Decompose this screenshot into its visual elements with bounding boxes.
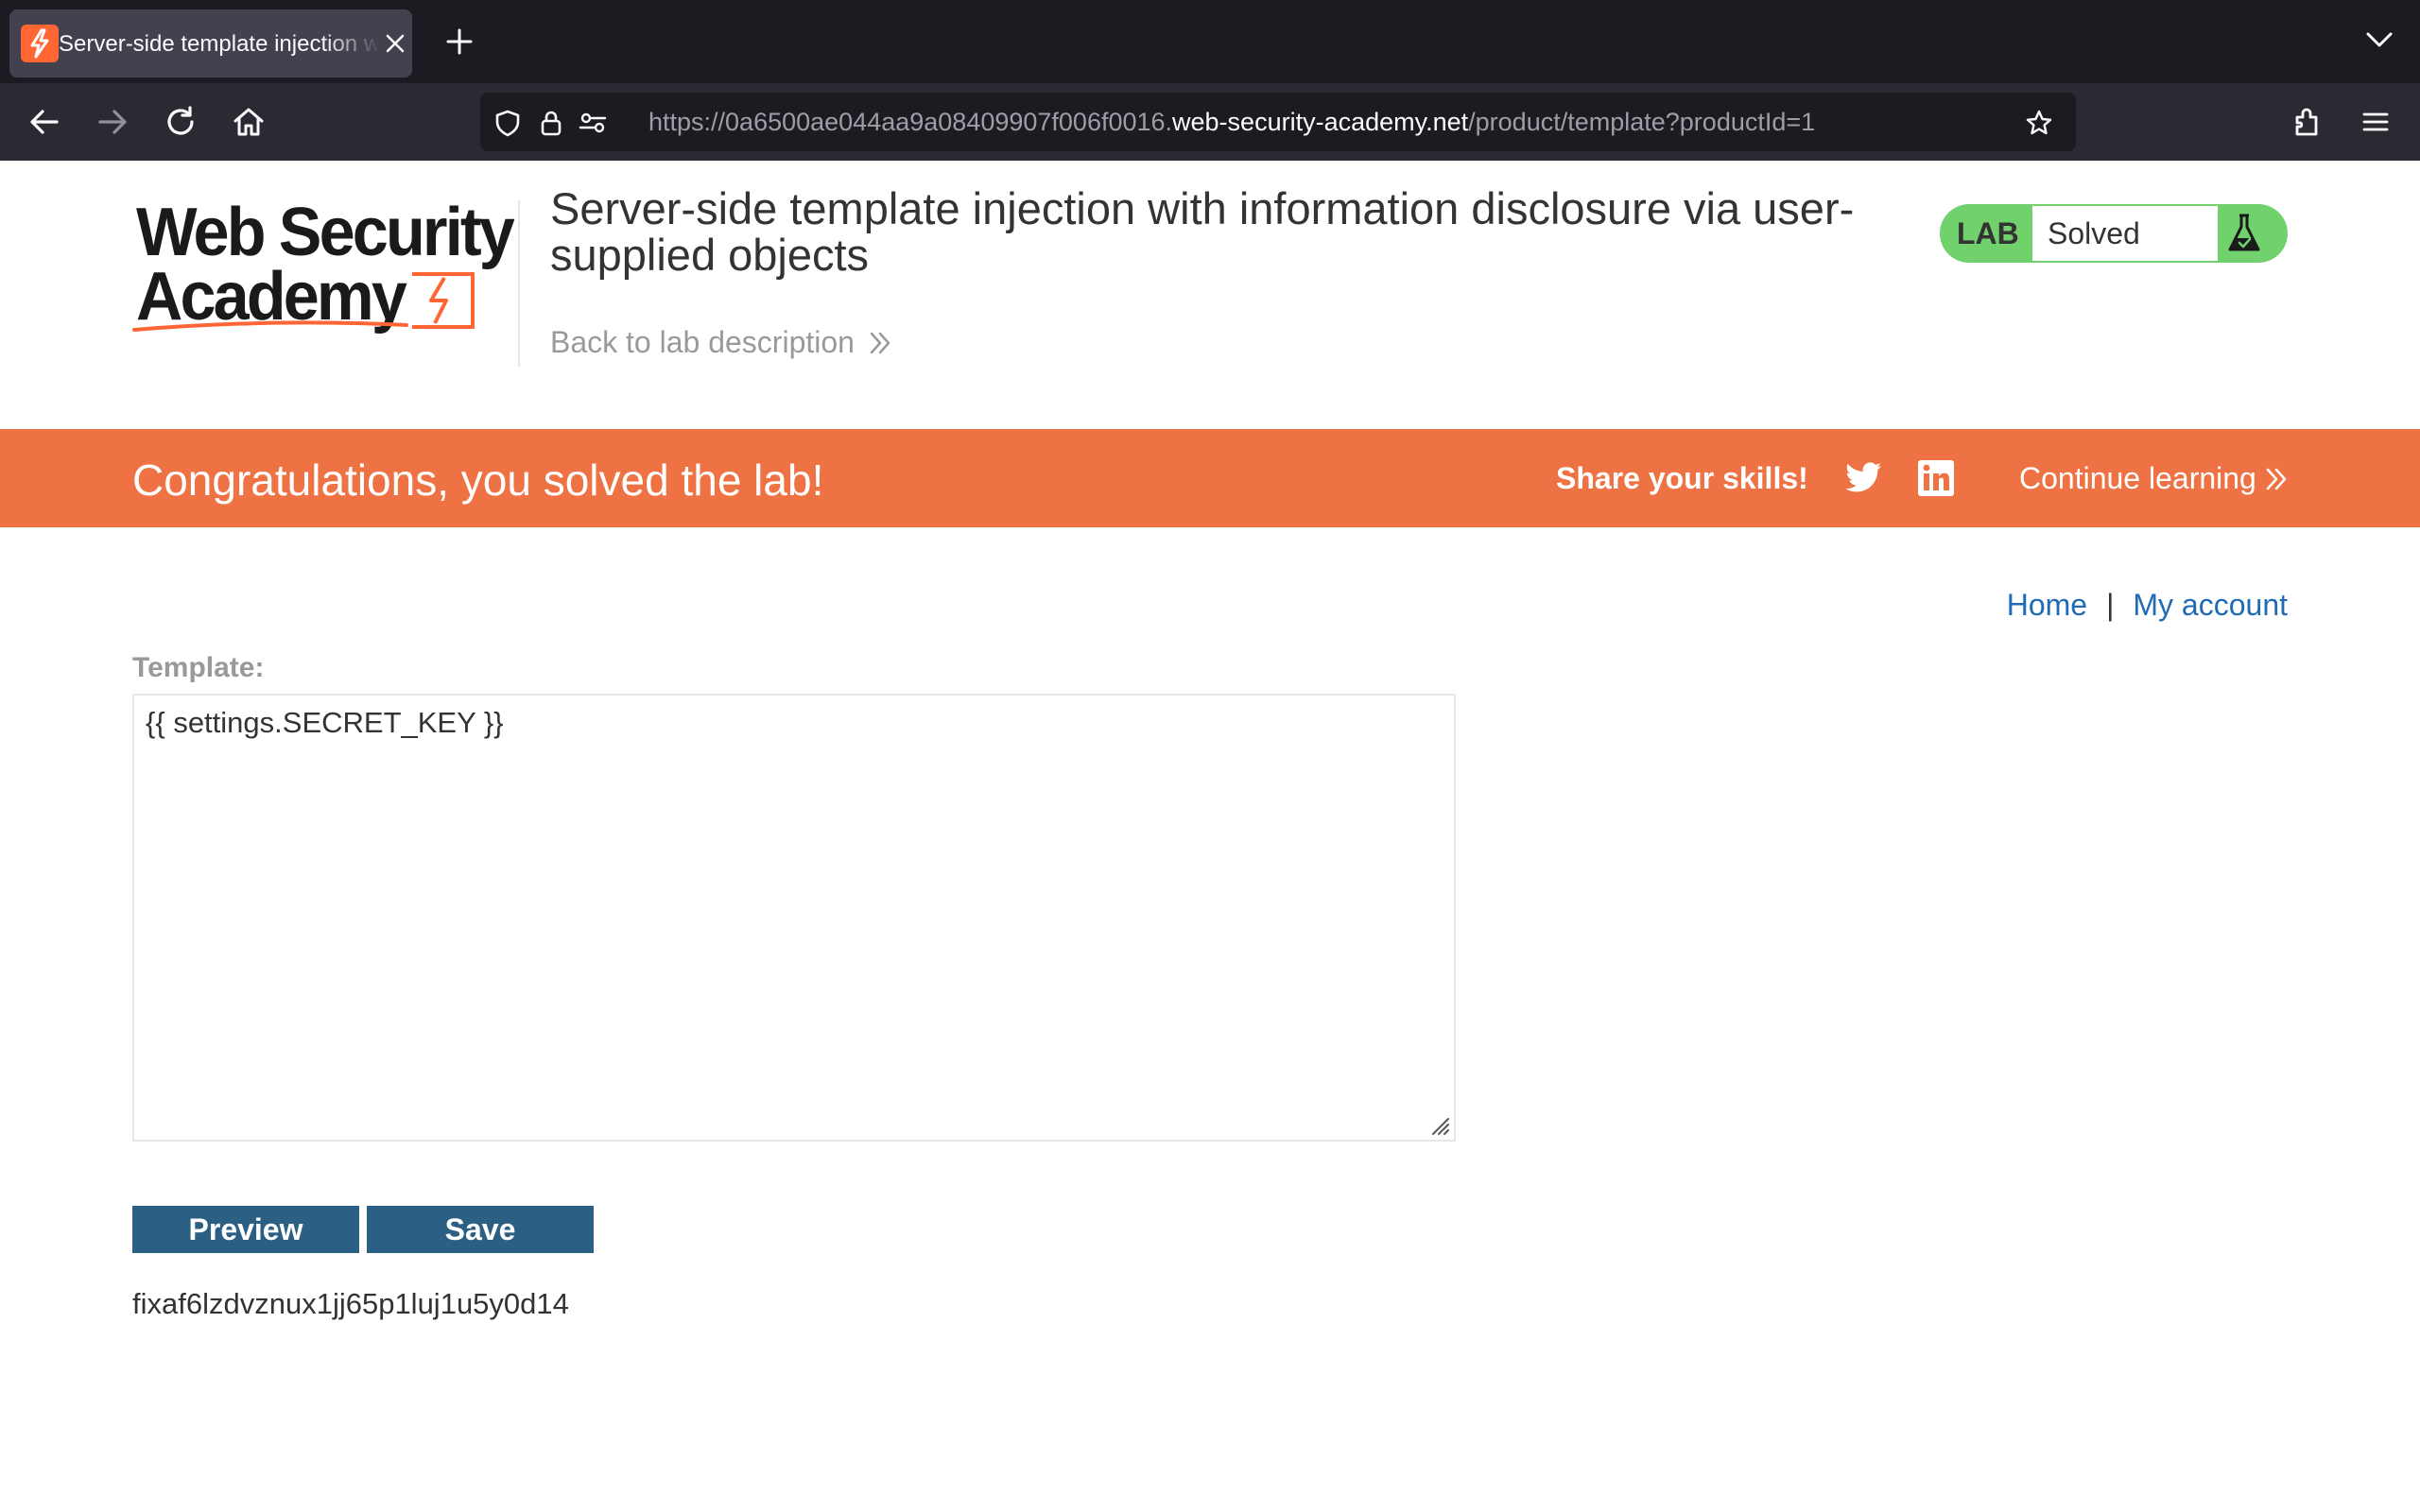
preview-button[interactable]: Preview xyxy=(132,1206,359,1253)
flask-icon xyxy=(2228,214,2260,251)
linkedin-icon[interactable] xyxy=(1917,459,1955,497)
menu-icon[interactable] xyxy=(2358,104,2394,140)
lab-title: Server-side template injection with info… xyxy=(550,183,1855,280)
back-to-lab-description-link[interactable]: Back to lab description xyxy=(550,323,892,361)
chevron-down-icon[interactable] xyxy=(2365,28,2394,51)
close-tab-icon[interactable] xyxy=(384,32,406,55)
header-divider xyxy=(518,200,520,367)
back-link-label: Back to lab description xyxy=(550,325,855,359)
url-bar[interactable]: https://0a6500ae044aa9a08409907f006f0016… xyxy=(480,93,2076,151)
tab-title: Server-side template injection with info… xyxy=(59,31,380,57)
lab-badge: LAB xyxy=(1957,216,2019,250)
reload-icon[interactable] xyxy=(163,104,199,140)
browser-nav-bar: https://0a6500ae044aa9a08409907f006f0016… xyxy=(0,83,2420,161)
twitter-icon[interactable] xyxy=(1845,461,1883,495)
save-button[interactable]: Save xyxy=(367,1206,594,1253)
url-scheme: https://0a6500ae044aa9a08409907f006f0016… xyxy=(648,108,1173,136)
home-icon[interactable] xyxy=(231,104,267,140)
top-nav-links: Home | My account xyxy=(2007,584,2288,626)
double-chevron-right-icon xyxy=(2266,468,2287,490)
browser-tab[interactable]: Server-side template injection with info… xyxy=(9,9,412,77)
browser-tab-bar: Server-side template injection with info… xyxy=(0,0,2420,83)
lab-status-text: Solved xyxy=(2032,206,2218,261)
extensions-icon[interactable] xyxy=(2290,104,2325,140)
double-chevron-right-icon xyxy=(870,332,890,354)
share-your-skills-label: Share your skills! xyxy=(1556,461,1808,495)
portswigger-favicon-icon xyxy=(21,25,59,62)
web-security-academy-logo[interactable]: Web Security Academy xyxy=(130,195,518,336)
resize-grip-icon[interactable] xyxy=(1427,1113,1450,1136)
template-label: Template: xyxy=(132,652,265,683)
congratulations-message: Congratulations, you solved the lab! xyxy=(132,455,824,505)
url-text[interactable]: https://0a6500ae044aa9a08409907f006f0016… xyxy=(648,106,1815,138)
continue-learning-link[interactable]: Continue learning xyxy=(2019,459,2289,497)
lock-icon[interactable] xyxy=(537,109,565,137)
lab-status-widget: LAB Solved xyxy=(1940,204,2288,263)
back-arrow-icon[interactable] xyxy=(26,104,62,140)
forward-arrow-icon[interactable] xyxy=(95,104,130,140)
shield-icon[interactable] xyxy=(493,109,522,137)
permissions-icon[interactable] xyxy=(579,109,607,137)
home-link[interactable]: Home xyxy=(2007,588,2087,622)
nav-separator: | xyxy=(2106,588,2115,622)
template-textarea[interactable]: {{ settings.SECRET_KEY }} xyxy=(132,694,1456,1142)
continue-learning-label: Continue learning xyxy=(2019,461,2256,495)
congratulations-banner: Congratulations, you solved the lab! Sha… xyxy=(0,429,2420,527)
url-host: web-security-academy.net xyxy=(1172,108,1469,136)
my-account-link[interactable]: My account xyxy=(2133,588,2288,622)
url-path: /product/template?productId=1 xyxy=(1468,108,1816,136)
new-tab-icon[interactable] xyxy=(444,26,475,57)
template-output: fixaf6lzdvznux1jj65p1luj1u5y0d14 xyxy=(132,1287,569,1320)
star-icon[interactable] xyxy=(2025,109,2053,137)
